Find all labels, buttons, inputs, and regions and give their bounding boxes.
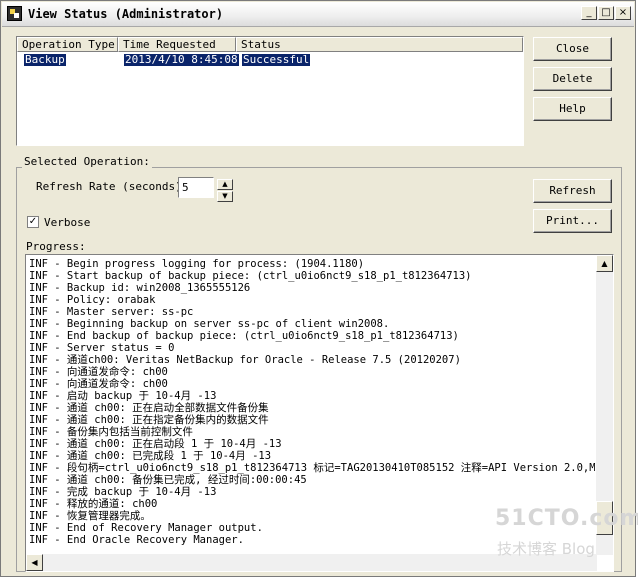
log-line: INF - Begin progress logging for process… [29,258,365,270]
operation-type-cell: Backup [24,53,66,66]
minimize-button[interactable]: _ [581,6,597,20]
watermark-subtitle: 技术博客 Blog [497,540,595,558]
log-line: INF - 通道 ch00: 正在启动全部数据文件备份集 [29,402,269,414]
close-window-button[interactable]: × [615,6,631,20]
log-line: INF - 通道 ch00: 已完成段 1 于 10-4月 -13 [29,450,272,462]
status-cell: Successful [242,53,311,66]
log-line: INF - 向通道发命令: ch00 [29,366,168,378]
log-line: INF - Master server: ss-pc [29,306,194,318]
log-line: INF - 通道ch00: Veritas NetBackup for Orac… [29,354,461,366]
delete-button[interactable]: Delete [533,67,612,91]
log-line: INF - Policy: orabak [29,294,156,306]
progress-label: Progress: [26,240,86,253]
log-line: INF - 通道 ch00: 备份集已完成, 经过时间:00:00:45 [29,474,307,486]
log-line: INF - 完成 backup 于 10-4月 -13 [29,486,217,498]
refresh-button[interactable]: Refresh [533,179,612,203]
log-line: INF - 启动 backup 于 10-4月 -13 [29,390,217,402]
log-line: INF - 通道 ch00: 正在启动段 1 于 10-4月 -13 [29,438,282,450]
verbose-checkbox[interactable]: ✓ [27,216,39,228]
log-line: INF - Server status = 0 [29,342,175,354]
log-line: INF - Start backup of backup piece: (ctr… [29,270,472,282]
status-list[interactable]: Operation Type Time Requested Status Bac… [16,36,524,146]
help-button[interactable]: Help [533,97,612,121]
print-button[interactable]: Print... [533,209,612,233]
title-bar[interactable]: View Status (Administrator) _ □ × [2,2,634,27]
log-line: INF - 向通道发命令: ch00 [29,378,168,390]
column-header-time-requested[interactable]: Time Requested [118,37,236,52]
view-status-window: View Status (Administrator) _ □ × Operat… [0,0,638,577]
column-header-status[interactable]: Status [236,37,523,52]
selected-operation-label: Selected Operation: [22,155,152,168]
spin-up-button[interactable]: ▲ [217,179,233,190]
log-line: INF - Backup id: win2008_1365555126 [29,282,251,294]
refresh-rate-label: Refresh Rate (seconds): [36,180,189,193]
refresh-rate-input[interactable]: 5 [178,177,214,198]
log-line: INF - Beginning backup on server ss-pc o… [29,318,390,330]
log-line: INF - 段句柄=ctrl_u0io6nct9_s18_p1_t8123647… [29,462,595,474]
progress-log-lines: INF - Begin progress logging for process… [29,258,595,546]
maximize-button[interactable]: □ [598,6,614,20]
app-icon [7,6,22,21]
time-requested-cell: 2013/4/10 8:45:08 [124,53,239,66]
scroll-left-icon[interactable]: ◀ [26,554,43,571]
log-line: INF - 备份集内包括当前控制文件 [29,426,193,438]
verbose-label: Verbose [44,216,91,229]
spin-down-button[interactable]: ▼ [217,191,233,202]
log-line: INF - 通道 ch00: 正在指定备份集内的数据文件 [29,414,269,426]
scroll-up-icon[interactable]: ▲ [596,255,613,272]
log-line: INF - End backup of backup piece: (ctrl_… [29,330,459,342]
column-header-operation-type[interactable]: Operation Type [17,37,118,52]
watermark-logo: 51CTO.com [495,506,638,531]
window-title: View Status (Administrator) [28,7,224,21]
close-button[interactable]: Close [533,37,612,61]
